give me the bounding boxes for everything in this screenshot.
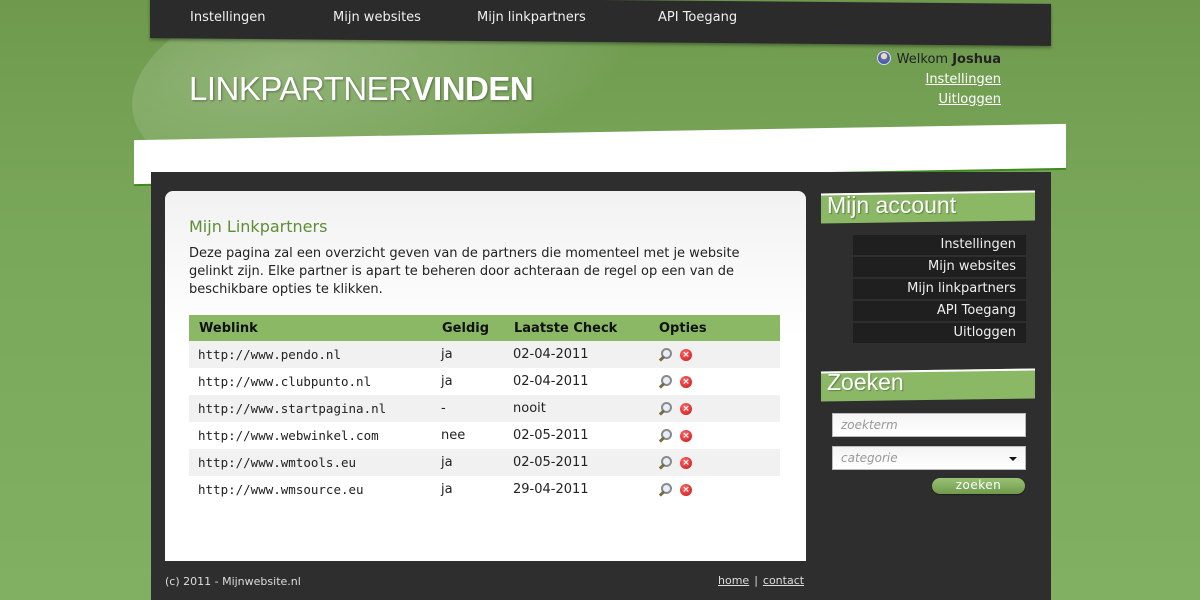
footer-copyright: (c) 2011 - Mijnwebsite.nl — [165, 575, 301, 588]
linkpartners-table: Weblink Geldig Laatste Check Opties http… — [189, 315, 780, 503]
geldig-cell: nee — [441, 428, 466, 443]
geldig-cell: ja — [441, 374, 453, 389]
weblink-cell[interactable]: http://www.wmtools.eu — [189, 449, 432, 476]
top-navigation: Instellingen Mijn websites Mijn linkpart… — [150, 0, 1051, 38]
user-name: Joshua — [952, 52, 1001, 67]
chevron-down-icon — [1009, 457, 1017, 461]
account-item-instellingen[interactable]: Instellingen — [853, 235, 1026, 255]
laatste-check-cell: nooit — [504, 395, 649, 422]
search-title: Zoeken — [827, 369, 904, 395]
search-button[interactable]: zoeken — [932, 478, 1025, 494]
weblink-cell[interactable]: http://www.wmsource.eu — [189, 476, 432, 503]
welcome-text: Welkom — [896, 52, 949, 67]
opties-cell: × — [649, 341, 780, 368]
opties-cell: × — [649, 395, 780, 422]
footer-home-link[interactable]: home — [718, 574, 749, 587]
laatste-check-cell: 29-04-2011 — [513, 482, 589, 497]
footer-separator: | — [754, 574, 758, 587]
magnifier-icon[interactable] — [658, 482, 672, 497]
logo-bold-text: VINDEN — [411, 70, 534, 107]
search-input[interactable]: zoekterm — [832, 413, 1026, 437]
magnifier-icon[interactable] — [658, 374, 672, 389]
account-item-mijn-websites[interactable]: Mijn websites — [853, 257, 1026, 277]
account-title: Mijn account — [827, 192, 957, 218]
weblink-cell[interactable]: http://www.clubpunto.nl — [189, 368, 432, 395]
account-item-uitloggen[interactable]: Uitloggen — [853, 323, 1026, 343]
table-header-row: Weblink Geldig Laatste Check Opties — [189, 315, 780, 341]
weblink-cell[interactable]: http://www.pendo.nl — [189, 341, 432, 368]
opties-cell: × — [649, 449, 780, 476]
delete-icon[interactable]: × — [680, 456, 692, 469]
topnav-item-mijn-websites[interactable]: Mijn websites — [333, 10, 421, 25]
table-row: http://www.wmtools.eu ja 02-05-2011 × — [189, 449, 780, 476]
weblink-cell[interactable]: http://www.webwinkel.com — [189, 422, 432, 449]
geldig-cell: ja — [441, 482, 453, 497]
weblink-cell[interactable]: http://www.startpagina.nl — [189, 395, 432, 422]
page-intro: Deze pagina zal een overzicht geven van … — [189, 246, 740, 297]
category-placeholder: categorie — [841, 451, 898, 465]
column-header-opties: Opties — [659, 320, 707, 336]
delete-icon[interactable]: × — [680, 402, 692, 415]
user-logout-link[interactable]: Uitloggen — [938, 92, 1001, 107]
opties-cell: × — [649, 476, 780, 503]
topnav-item-mijn-linkpartners[interactable]: Mijn linkpartners — [477, 10, 586, 25]
footer-contact-link[interactable]: contact — [763, 574, 804, 587]
table-row: http://www.wmsource.eu ja 29-04-2011 × — [189, 476, 780, 503]
laatste-check-cell: 02-05-2011 — [504, 449, 649, 476]
geldig-cell: ja — [432, 341, 504, 368]
account-menu: Instellingen Mijn websites Mijn linkpart… — [853, 235, 1026, 345]
welcome-row: Welkom Joshua — [876, 51, 1001, 71]
delete-icon[interactable]: × — [680, 483, 692, 496]
column-header-weblink[interactable]: Weblink — [189, 315, 432, 341]
laatste-check-cell: 02-04-2011 — [513, 374, 589, 389]
footer-links: home | contact — [718, 574, 804, 587]
delete-icon[interactable]: × — [680, 375, 692, 388]
magnifier-icon[interactable] — [658, 428, 672, 443]
account-item-api-toegang[interactable]: API Toegang — [853, 301, 1026, 321]
laatste-check-cell: 02-05-2011 — [513, 428, 589, 443]
topnav-item-api-toegang[interactable]: API Toegang — [658, 10, 737, 25]
user-panel: Welkom Joshua Instellingen Uitloggen — [876, 51, 1001, 111]
geldig-cell: ja — [432, 449, 504, 476]
table-row: http://www.startpagina.nl - nooit × — [189, 395, 780, 422]
magnifier-icon[interactable] — [658, 347, 672, 362]
site-logo[interactable]: LINKPARTNERVINDEN — [189, 70, 534, 108]
table-row: http://www.clubpunto.nl ja 02-04-2011 × — [189, 368, 780, 395]
delete-icon[interactable]: × — [680, 348, 692, 361]
column-header-geldig[interactable]: Geldig — [432, 315, 504, 341]
topnav-item-instellingen[interactable]: Instellingen — [190, 10, 266, 25]
laatste-check-cell: 02-04-2011 — [504, 341, 649, 368]
account-item-mijn-linkpartners[interactable]: Mijn linkpartners — [853, 279, 1026, 299]
content-panel: Mijn Linkpartners Deze pagina zal een ov… — [165, 191, 806, 561]
user-avatar-icon — [876, 51, 891, 65]
table-row: http://www.webwinkel.com nee 02-05-2011 … — [189, 422, 780, 449]
category-select[interactable]: categorie — [832, 446, 1026, 470]
opties-cell: × — [649, 368, 780, 395]
user-settings-link[interactable]: Instellingen — [925, 72, 1001, 87]
delete-icon[interactable]: × — [680, 429, 692, 442]
logo-light-text: LINKPARTNER — [189, 70, 412, 107]
opties-cell: × — [649, 422, 780, 449]
magnifier-icon[interactable] — [658, 401, 672, 416]
table-row: http://www.pendo.nl ja 02-04-2011 × — [189, 341, 780, 368]
magnifier-icon[interactable] — [658, 455, 672, 470]
geldig-cell: - — [432, 395, 504, 422]
page-title: Mijn Linkpartners — [189, 217, 328, 236]
column-header-laatste-check[interactable]: Laatste Check — [504, 315, 649, 341]
